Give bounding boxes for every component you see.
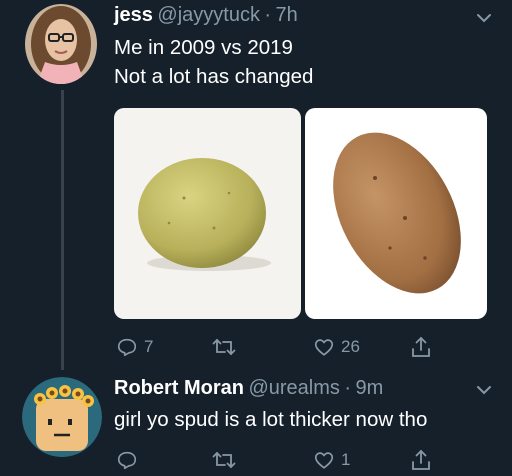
like-button[interactable]: 26 [313, 336, 360, 358]
reply-like-count: 1 [341, 450, 351, 469]
reply-share-button[interactable] [410, 448, 432, 472]
reply-author-handle[interactable]: @urealms [248, 377, 339, 399]
thread-connector-line [61, 90, 64, 370]
avatar-robert-moran[interactable] [22, 377, 102, 457]
tweet-text-line-1: Me in 2009 vs 2019 [114, 36, 293, 59]
share-icon [412, 336, 430, 357]
reply-timestamp[interactable]: 9m [355, 377, 383, 399]
reply-like-button[interactable]: 1 [313, 449, 350, 471]
tweet-separator: · [264, 4, 272, 26]
reply-count: 7 [144, 337, 154, 356]
reply-retweet-button[interactable] [212, 449, 242, 471]
reply-separator: · [344, 377, 352, 399]
tweet-author-handle[interactable]: @jayyytuck [157, 4, 260, 26]
share-icon [412, 449, 430, 470]
like-icon [314, 339, 334, 356]
tweet-author-name[interactable]: jess [114, 4, 153, 26]
reply-button[interactable]: 7 [116, 336, 153, 358]
reply-reply-button[interactable] [116, 449, 144, 471]
retweet-icon [212, 451, 236, 469]
like-count: 26 [341, 337, 360, 356]
retweet-icon [212, 338, 236, 356]
tweet-photo-1[interactable] [114, 108, 301, 319]
reply-header: Robert Moran @urealms · 9m [114, 377, 383, 400]
reply-menu-button[interactable] [474, 380, 494, 400]
reply-text: girl yo spud is a lot thicker now tho [114, 408, 428, 431]
chevron-down-icon [477, 14, 491, 23]
tweet-timestamp[interactable]: 7h [276, 4, 298, 26]
chevron-down-icon [477, 386, 491, 395]
share-button[interactable] [410, 335, 432, 359]
retweet-button[interactable] [212, 336, 242, 358]
tweet-menu-button[interactable] [474, 8, 494, 28]
reply-author-name[interactable]: Robert Moran [114, 377, 244, 399]
tweet-photo-2[interactable] [305, 108, 487, 319]
like-icon [314, 452, 334, 469]
tweet-body: Me in 2009 vs 2019 Not a lot has changed [114, 33, 313, 91]
tweet-text-line-2: Not a lot has changed [114, 65, 314, 88]
reply-icon [117, 451, 137, 470]
reply-icon [117, 338, 137, 357]
tweet-header: jess @jayyytuck · 7h [114, 4, 298, 27]
avatar-jess[interactable] [25, 4, 97, 84]
